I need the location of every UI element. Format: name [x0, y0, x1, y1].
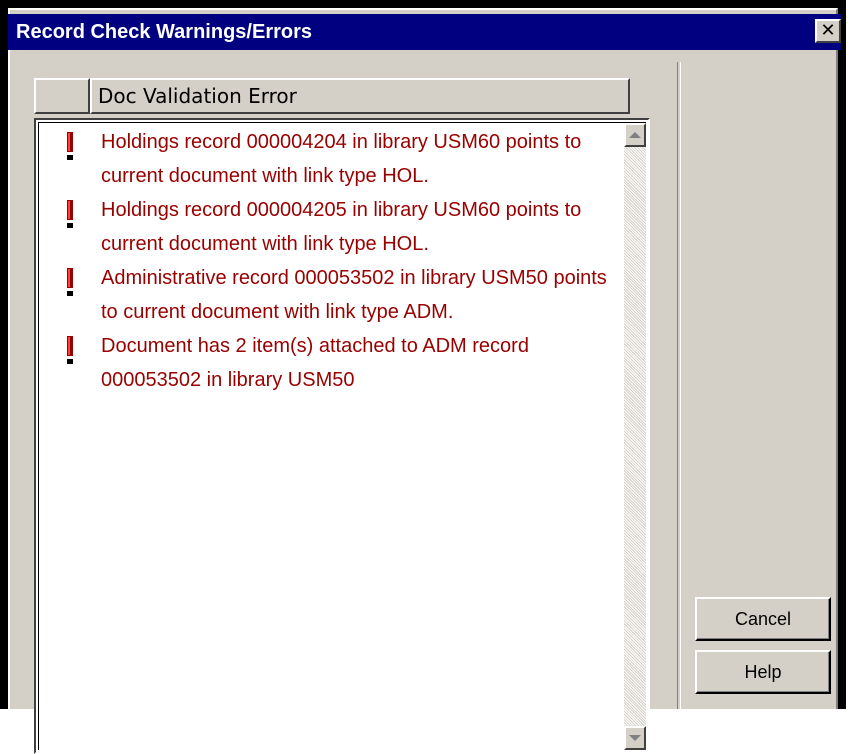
list-item[interactable]: Administrative record 000053502 in libra…: [39, 261, 629, 329]
exclamation-icon: [39, 261, 101, 297]
exclamation-icon-graphic: [67, 268, 73, 296]
header-label: Doc Validation Error: [98, 84, 297, 108]
header-doc-validation-error[interactable]: Doc Validation Error: [90, 78, 630, 114]
error-message: Document has 2 item(s) attached to ADM r…: [101, 335, 529, 391]
list-item[interactable]: Document has 2 item(s) attached to ADM r…: [39, 329, 629, 397]
error-message: Administrative record 000053502 in libra…: [101, 267, 607, 323]
error-message: Holdings record 000004204 in library USM…: [101, 131, 582, 187]
help-button[interactable]: Help: [695, 650, 831, 694]
help-button-label: Help: [744, 661, 782, 682]
error-list-inner: Holdings record 000004204 in library USM…: [38, 122, 646, 750]
arrow-down-icon: [629, 735, 641, 741]
exclamation-icon-graphic: [67, 132, 73, 160]
cancel-button-label: Cancel: [734, 608, 792, 629]
window-title: Record Check Warnings/Errors: [16, 20, 313, 43]
error-rows: Holdings record 000004204 in library USM…: [39, 125, 629, 397]
arrow-up-icon: [629, 132, 641, 138]
error-message: Holdings record 000004205 in library USM…: [101, 199, 582, 255]
list-item[interactable]: Holdings record 000004204 in library USM…: [39, 125, 629, 193]
cancel-button[interactable]: Cancel: [695, 597, 831, 641]
panel-divider: [677, 62, 681, 709]
scroll-down-button[interactable]: [624, 726, 646, 750]
scroll-up-button[interactable]: [624, 123, 646, 147]
close-icon: ✕: [820, 20, 836, 41]
list-header: Doc Validation Error: [34, 78, 630, 114]
error-list[interactable]: Holdings record 000004204 in library USM…: [34, 118, 650, 754]
exclamation-icon-graphic: [67, 200, 73, 228]
exclamation-icon-graphic: [67, 336, 73, 364]
header-icon-column[interactable]: [34, 78, 90, 114]
exclamation-icon: [39, 193, 101, 229]
exclamation-icon: [39, 125, 101, 161]
vertical-scrollbar[interactable]: [624, 123, 646, 750]
title-bar[interactable]: Record Check Warnings/Errors ✕: [8, 14, 841, 50]
error-list-panel: Doc Validation Error Holdings record 000…: [24, 62, 660, 754]
list-item[interactable]: Holdings record 000004205 in library USM…: [39, 193, 629, 261]
exclamation-icon: [39, 329, 101, 365]
close-button[interactable]: ✕: [815, 19, 841, 43]
